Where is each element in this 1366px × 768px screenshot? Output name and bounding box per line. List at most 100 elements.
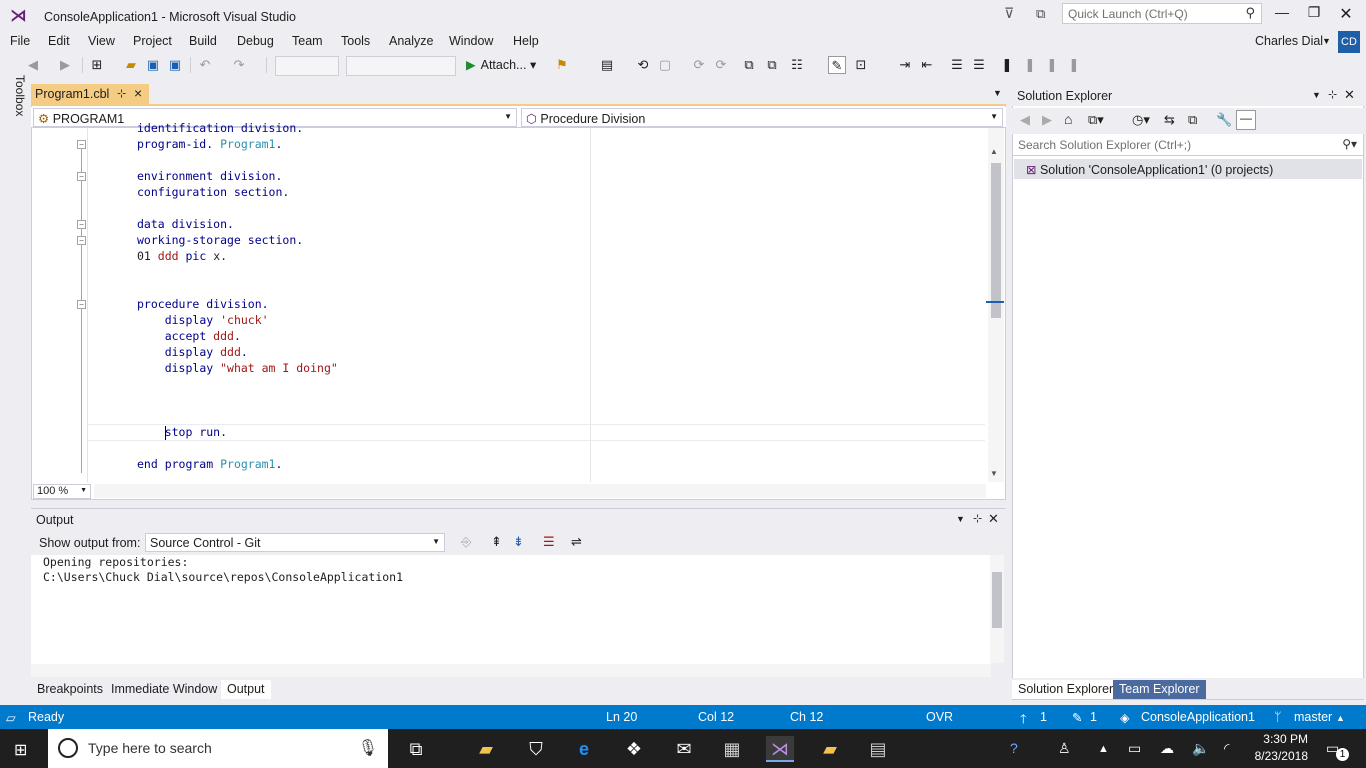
step-icon[interactable]: ⟲	[634, 56, 652, 74]
clear-all-icon[interactable]: ☰	[543, 534, 555, 550]
tab-solution-explorer[interactable]: Solution Explorer	[1012, 680, 1120, 699]
toolbox-strip[interactable]	[4, 84, 26, 704]
tab-team-explorer[interactable]: Team Explorer	[1113, 680, 1206, 699]
collapse-icon[interactable]: −	[77, 140, 86, 149]
mail-icon[interactable]: ✉	[670, 736, 698, 762]
panel-menu-icon[interactable]: ▼	[956, 514, 965, 524]
file-explorer-icon[interactable]: ▰	[472, 736, 500, 762]
output-scroll-thumb[interactable]	[992, 572, 1002, 628]
menu-help[interactable]: Help	[513, 34, 539, 48]
menu-tools[interactable]: Tools	[341, 34, 370, 48]
calculator-icon[interactable]: ▤	[864, 736, 892, 762]
collapse-icon[interactable]: −	[77, 172, 86, 181]
uncomment-icon[interactable]: ☰	[970, 56, 988, 74]
open-folder-icon[interactable]: ▰	[122, 56, 140, 74]
pending-changes-icon[interactable]: ◷▾	[1132, 112, 1150, 128]
home-icon[interactable]: ⌂	[1064, 111, 1072, 127]
new-project-icon[interactable]: ⊞	[88, 56, 106, 74]
code-line[interactable]: identification division.	[137, 121, 303, 135]
collapse-icon[interactable]: −	[77, 220, 86, 229]
collapse-icon[interactable]: −	[77, 300, 86, 309]
visual-studio-taskbar-icon[interactable]: ⋊	[766, 736, 794, 762]
editor-horizontal-scrollbar[interactable]	[94, 484, 986, 498]
attach-button[interactable]: ▶ Attach... ▾	[466, 57, 536, 72]
menu-file[interactable]: File	[10, 34, 30, 48]
publish-up-icon[interactable]: 🡑	[1020, 710, 1027, 731]
solution-tree-root[interactable]: ⊠ Solution 'ConsoleApplication1' (0 proj…	[1014, 159, 1362, 179]
close-panel-icon[interactable]: ✕	[988, 511, 999, 527]
pending-changes-count[interactable]: 1	[1090, 710, 1097, 724]
sync-icon[interactable]: ⇆	[1164, 112, 1175, 128]
branch-name[interactable]: master	[1294, 710, 1332, 724]
save-all-icon[interactable]: ▣	[166, 56, 184, 74]
onedrive-icon[interactable]: ☁	[1160, 740, 1174, 757]
edge-icon[interactable]: e	[570, 736, 598, 762]
pin-icon[interactable]: ⊹	[117, 87, 126, 100]
microphone-icon[interactable]: 🎙	[358, 738, 378, 758]
layout-icon[interactable]: ☷	[786, 56, 808, 74]
properties-icon[interactable]: 🔧	[1216, 112, 1232, 128]
minimize-button[interactable]: —	[1266, 4, 1298, 24]
pin-icon[interactable]: ⊹	[973, 512, 982, 525]
back-icon[interactable]: ◀	[1020, 112, 1030, 128]
frame-icon[interactable]: ▢	[656, 56, 674, 74]
zoom-select[interactable]: 100 % ▼	[33, 484, 91, 499]
branch-icon[interactable]: ᛘ	[1274, 710, 1282, 724]
output-text[interactable]: Opening repositories: C:\Users\Chuck Dia…	[31, 555, 991, 665]
volume-icon[interactable]: 🔈	[1192, 740, 1209, 757]
forward-icon[interactable]: ▶	[1042, 112, 1052, 128]
code-line[interactable]: 01 ddd pic x.	[137, 249, 227, 263]
code-line[interactable]: display "what am I doing"	[137, 361, 338, 375]
system-clock[interactable]: 3:30 PM 8/23/2018	[1248, 731, 1308, 765]
chevron-up-icon[interactable]: ▲	[1098, 743, 1109, 755]
word-wrap-icon[interactable]: ⇌	[571, 534, 582, 550]
collapse-icon[interactable]: −	[77, 236, 86, 245]
prev-bookmark-icon[interactable]: ❚	[1022, 56, 1038, 74]
repository-name[interactable]: ConsoleApplication1	[1141, 710, 1255, 724]
store-icon[interactable]: ⛉	[522, 736, 550, 762]
next-message-icon[interactable]: ⇟	[513, 534, 524, 550]
scroll-up-icon[interactable]: ▲	[990, 147, 998, 156]
unpublished-count[interactable]: 1	[1040, 710, 1047, 724]
output-source-select[interactable]: Source Control - Git ▼	[145, 533, 445, 552]
code-line[interactable]: end program Program1.	[137, 457, 282, 471]
code-line[interactable]: working-storage section.	[137, 233, 303, 247]
refresh-icon[interactable]: ⟳	[690, 56, 708, 74]
task-view-icon[interactable]: ⧉	[402, 736, 430, 762]
indent-icon[interactable]: ⇥	[896, 56, 914, 74]
paste-icon[interactable]: ⧉	[763, 56, 781, 74]
editor-scroll-thumb[interactable]	[991, 163, 1001, 318]
tab-output[interactable]: Output	[221, 680, 271, 699]
avatar[interactable]: CD	[1338, 31, 1360, 53]
menu-edit[interactable]: Edit	[48, 34, 70, 48]
forward-icon[interactable]: ▶	[56, 56, 74, 74]
menu-analyze[interactable]: Analyze	[389, 34, 433, 48]
prev-message-icon[interactable]: ⇞	[491, 534, 502, 550]
pin-icon[interactable]: ⊹	[1328, 88, 1337, 101]
bookmark-icon[interactable]: ❚	[999, 56, 1015, 74]
close-button[interactable]: ✕	[1330, 4, 1362, 24]
code-line[interactable]: program-id. Program1.	[137, 137, 282, 151]
network-icon[interactable]: ◜	[1224, 740, 1229, 757]
code-line[interactable]: environment division.	[137, 169, 282, 183]
debug-target-icon[interactable]: ⊡	[852, 56, 870, 74]
menu-view[interactable]: View	[88, 34, 115, 48]
preview-icon[interactable]: —	[1236, 110, 1256, 130]
copy-icon[interactable]: ⧉	[740, 56, 758, 74]
collapse-all-icon[interactable]: ⧉	[1188, 112, 1197, 128]
dropbox-icon[interactable]: ❖	[620, 736, 648, 762]
taskbar-search-input[interactable]: Type here to search 🎙	[48, 729, 388, 768]
sync-icon[interactable]: ⟳	[712, 56, 730, 74]
save-icon[interactable]: ▣	[145, 56, 161, 74]
undo-icon[interactable]: ↶	[196, 56, 214, 74]
navigation-right-select[interactable]: ⬡ Procedure Division ▼	[521, 108, 1003, 127]
code-line[interactable]: procedure division.	[137, 297, 269, 311]
document-tab[interactable]: Program1.cbl ⊹ ×	[31, 84, 149, 106]
code-line[interactable]: display 'chuck'	[137, 313, 269, 327]
user-name[interactable]: Charles Dial	[1255, 34, 1323, 48]
help-icon[interactable]: ?	[1010, 740, 1018, 756]
close-panel-icon[interactable]: ✕	[1344, 87, 1355, 103]
close-tab-icon[interactable]: ×	[134, 85, 142, 101]
app-icon[interactable]: ▦	[718, 736, 746, 762]
comment-icon[interactable]: ☰	[948, 56, 966, 74]
